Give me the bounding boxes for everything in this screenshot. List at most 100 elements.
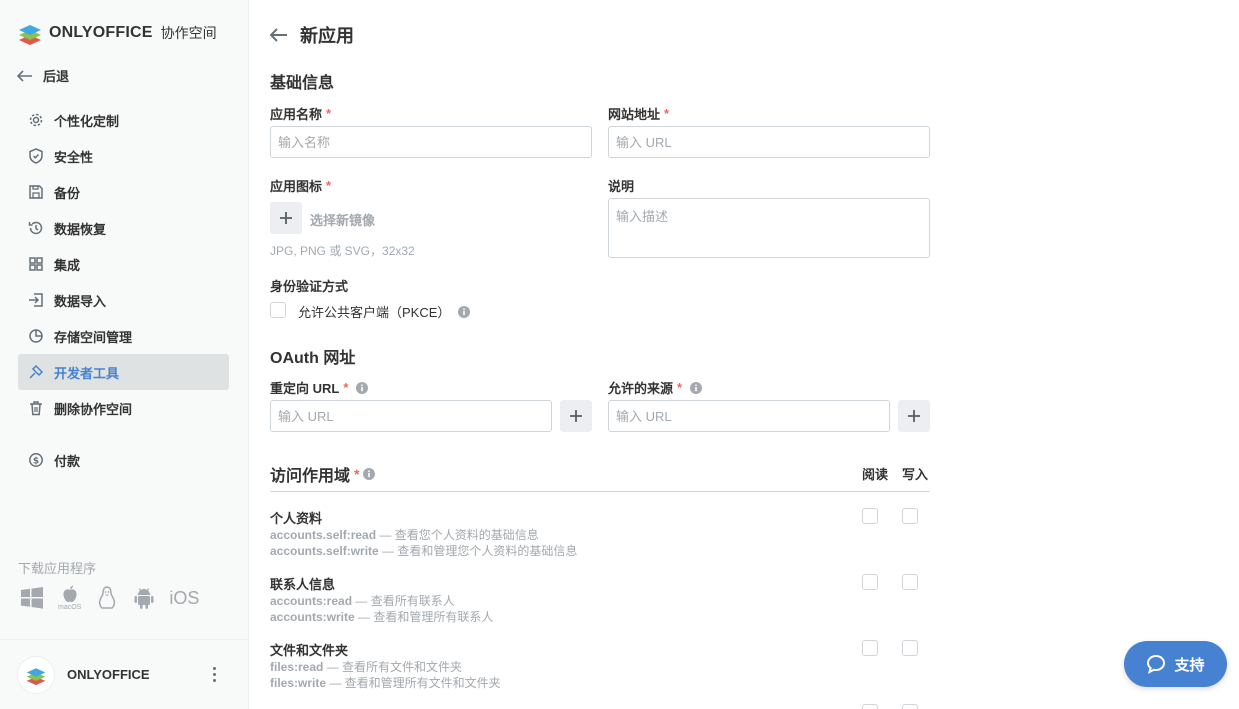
scope-title-files: 文件和文件夹 (270, 643, 349, 658)
choose-image-link[interactable]: 选择新镜像 (310, 210, 375, 229)
back-button[interactable]: 后退 (17, 66, 69, 85)
avatar[interactable] (17, 655, 55, 694)
scope-key: accounts.self:write (270, 544, 379, 558)
contacts-read-checkbox[interactable] (862, 574, 878, 590)
scope-desc: — 查看和管理所有联系人 (354, 610, 494, 624)
info-icon[interactable] (458, 305, 471, 318)
basic-info-heading: 基础信息 (270, 75, 335, 92)
scope-key: accounts:write (270, 610, 355, 624)
website-label: 网站地址 * (608, 104, 669, 123)
profile-section: ONLYOFFICE (0, 639, 249, 709)
sidebar-item-label: 安全性 (54, 149, 94, 165)
info-icon[interactable] (356, 381, 369, 394)
allowed-origins-label: 允许的来源 * (608, 378, 703, 397)
sidebar-item-payments[interactable]: $ 付款 (18, 442, 229, 478)
app-icon-label-text: 应用图标 (270, 179, 323, 194)
sidebar-item-restore[interactable]: 数据恢复 (18, 210, 229, 246)
profile-read-checkbox[interactable] (862, 508, 878, 524)
scope-desc: — 查看和管理所有文件和文件夹 (326, 676, 501, 690)
sidebar-item-storage[interactable]: 存储空间管理 (18, 318, 229, 354)
allowed-origins-input[interactable] (608, 400, 890, 432)
next-scope-write-checkbox[interactable] (902, 704, 918, 709)
plus-icon (908, 410, 920, 422)
sidebar-item-label: 删除协作空间 (54, 401, 133, 417)
macos-icon[interactable]: macOS (58, 584, 81, 612)
sidebar-item-label: 集成 (54, 257, 81, 273)
app-icon-label: 应用图标 * (270, 176, 331, 195)
files-read-checkbox[interactable] (862, 640, 878, 656)
sidebar-item-label: 备份 (54, 185, 81, 201)
pkce-checkbox[interactable] (270, 302, 286, 318)
scope-title-profile: 个人资料 (270, 511, 323, 526)
sidebar-item-backup[interactable]: 备份 (18, 174, 229, 210)
sidebar-item-label: 开发者工具 (54, 365, 120, 381)
access-scopes-heading: 访问作用域 * (270, 462, 376, 486)
description-label: 说明 (608, 179, 635, 194)
profile-write-checkbox[interactable] (902, 508, 918, 524)
chat-bubble-icon (1147, 654, 1166, 674)
sidebar-item-security[interactable]: 安全性 (18, 138, 229, 174)
app-name-label-text: 应用名称 (270, 107, 323, 122)
required-mark: * (664, 106, 670, 121)
next-scope-read-checkbox[interactable] (862, 704, 878, 709)
add-origin-button[interactable] (898, 400, 930, 432)
sidebar-item-developer-tools[interactable]: 开发者工具 (18, 354, 229, 390)
android-icon[interactable] (133, 586, 155, 610)
description-textarea[interactable] (608, 198, 930, 258)
restore-icon (28, 220, 44, 236)
onlyoffice-logo-icon (19, 25, 41, 45)
website-label-text: 网站地址 (608, 107, 661, 122)
files-write-checkbox[interactable] (902, 640, 918, 656)
arrow-left-icon[interactable] (270, 28, 288, 42)
divider (270, 491, 930, 492)
add-redirect-url-button[interactable] (560, 400, 592, 432)
ios-icon[interactable]: iOS (169, 588, 199, 609)
sidebar-item-label: 付款 (54, 453, 81, 469)
brand-logo[interactable]: ONLYOFFICE 协作空间 (17, 20, 217, 46)
more-vertical-icon[interactable] (204, 667, 224, 682)
redirect-url-input[interactable] (270, 400, 552, 432)
grid-icon (28, 256, 44, 272)
pkce-label[interactable]: 允许公共客户端（PKCE） (298, 302, 450, 321)
app-name-input[interactable] (270, 126, 592, 158)
linux-icon[interactable] (95, 585, 119, 611)
back-label: 后退 (43, 69, 70, 84)
scope-key: accounts:read (270, 594, 353, 608)
download-apps-icons: macOS iOS (20, 584, 199, 612)
choose-icon-button[interactable] (270, 202, 302, 234)
origins-label-text: 允许的来源 (608, 381, 674, 396)
website-input[interactable] (608, 126, 930, 158)
auth-method-label: 身份验证方式 (270, 279, 349, 294)
windows-icon[interactable] (20, 586, 44, 610)
sidebar-item-label: 存储空间管理 (54, 329, 133, 345)
download-apps-title: 下载应用程序 (18, 561, 97, 576)
payment-icon: $ (28, 452, 44, 468)
write-column-header: 写入 (902, 467, 929, 482)
brand-suffix: 协作空间 (160, 25, 217, 41)
sidebar-item-label: 数据恢复 (54, 221, 107, 237)
redirect-url-label: 重定向 URL * (270, 378, 369, 397)
support-label: 支持 (1174, 656, 1205, 674)
sidebar-item-label: 数据导入 (54, 293, 107, 309)
required-mark: * (354, 466, 360, 482)
sidebar-item-customization[interactable]: 个性化定制 (18, 102, 229, 138)
arrow-left-icon (17, 69, 32, 82)
info-icon[interactable] (363, 468, 376, 480)
read-column-header: 阅读 (862, 467, 889, 482)
page-header: 新应用 (270, 22, 354, 48)
pkce-row: 允许公共客户端（PKCE） (298, 302, 471, 321)
sidebar-item-data-import[interactable]: 数据导入 (18, 282, 229, 318)
scope-read-desc: files:read — 查看所有文件和文件夹 (270, 658, 462, 675)
sidebar-item-delete-portal[interactable]: 删除协作空间 (18, 390, 229, 426)
contacts-write-checkbox[interactable] (902, 574, 918, 590)
save-icon (28, 184, 44, 200)
scope-write-desc: accounts:write — 查看和管理所有联系人 (270, 608, 493, 625)
support-button[interactable]: 支持 (1124, 641, 1227, 687)
oauth-heading: OAuth 网址 (270, 350, 356, 367)
scope-desc: — 查看和管理您个人资料的基础信息 (378, 544, 578, 558)
sidebar-item-label: 个性化定制 (54, 113, 120, 129)
scope-key: accounts.self:read (270, 528, 377, 542)
sidebar-item-integration[interactable]: 集成 (18, 246, 229, 282)
scope-read-desc: accounts.self:read — 查看您个人资料的基础信息 (270, 526, 539, 543)
info-icon[interactable] (690, 381, 703, 394)
